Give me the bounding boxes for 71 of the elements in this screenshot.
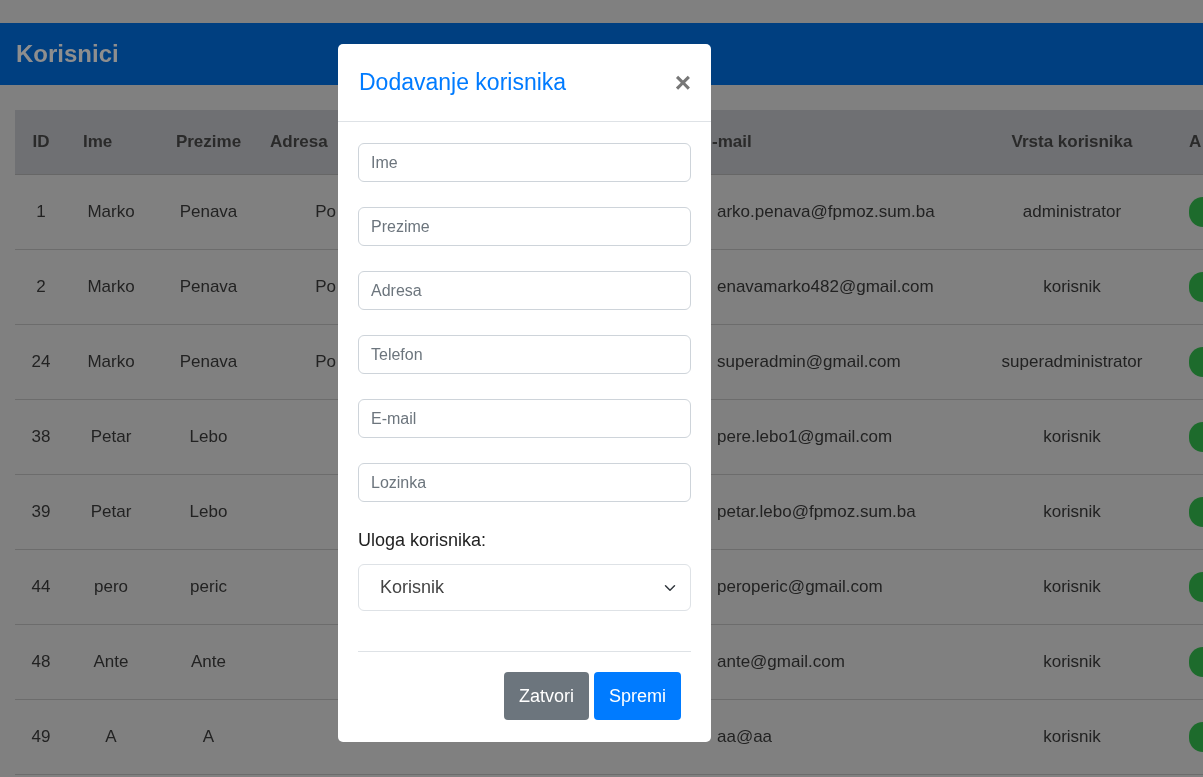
table-cell: Petar [90,501,132,521]
table-cell: aa@aa [717,726,773,746]
table-cell: peric [190,576,227,596]
table-cell: korisnik [1043,576,1101,596]
modal-title: Dodavanje korisnika [359,68,567,97]
table-cell: korisnik [1043,726,1101,746]
table-cell: ante@gmail.com [717,651,845,671]
input-field[interactable]: Adresa [358,271,691,310]
round-button[interactable] [1189,721,1203,752]
table-cell: Lebo [189,501,228,521]
table-cell: korisnik [1043,426,1101,446]
column-header: Ime [83,132,113,151]
table-cell: A [202,726,215,746]
round-button[interactable] [1189,346,1203,377]
table-cell: peroperic@gmail.com [717,576,883,596]
table-cell: 24 [31,351,51,371]
round-button[interactable] [1189,646,1203,677]
input-field[interactable]: Ime [358,143,691,182]
column-header: Vrsta korisnika [1011,132,1133,151]
table-cell: arko.penava@fpmoz.sum.ba [717,201,935,221]
table-cell: korisnik [1043,651,1101,671]
table-cell: A [105,726,117,746]
table-cell: administrator [1022,201,1122,221]
table-cell: 49 [31,726,51,746]
close-button[interactable]: Zatvori [503,672,589,720]
column-header: -mail [712,132,752,151]
round-button[interactable] [1189,571,1203,602]
table-cell: korisnik [1043,276,1101,296]
page-title: Korisnici [16,39,119,69]
role-select[interactable]: Korisnik [358,564,691,611]
input-field[interactable]: Telefon [358,335,691,374]
save-button[interactable]: Spremi [594,672,681,720]
table-cell: Petar [90,426,132,446]
table-cell: pere.lebo1@gmail.com [717,426,893,446]
table-cell: 1 [36,201,46,221]
table-cell: korisnik [1043,501,1101,521]
close-button[interactable]: × [674,68,691,97]
table-cell: Penava [179,201,238,221]
column-header: A [1189,132,1202,151]
table-cell: 38 [31,426,51,446]
table-cell: 48 [31,651,51,671]
table-cell: Ante [191,651,226,671]
table-cell: Ante [93,651,129,671]
field-label: Uloga korisnika: [358,529,488,552]
column-header: Prezime [175,132,242,151]
table-cell: Marko [87,351,135,371]
table-cell: 39 [31,501,51,521]
input-field[interactable]: Prezime [358,207,691,246]
table-cell: Penava [179,276,238,296]
table-cell: Marko [87,201,135,221]
table-cell: Marko [87,276,135,296]
round-button[interactable] [1189,496,1203,527]
column-header: Adresa [270,132,328,151]
table-cell: petar.lebo@fpmoz.sum.ba [717,501,916,521]
input-field[interactable]: Lozinka [358,463,691,502]
table-cell: 2 [36,276,46,296]
table-cell: Penava [179,351,238,371]
round-button[interactable] [1189,421,1203,452]
table-cell: Lebo [189,426,228,446]
table-cell: 44 [31,576,51,596]
column-header: ID [32,132,50,151]
table-cell: pero [94,576,128,596]
table-cell: enavamarko482@gmail.com [717,276,934,296]
table-cell: superadmin@gmail.com [717,351,901,371]
table-cell: superadministrator [1001,351,1143,371]
table-cell: Po [315,351,336,371]
round-button[interactable] [1189,271,1203,302]
table-cell: Po [315,201,336,221]
table-cell: Po [315,276,336,296]
input-field[interactable]: E-mail [358,399,691,438]
round-button[interactable] [1189,196,1203,227]
